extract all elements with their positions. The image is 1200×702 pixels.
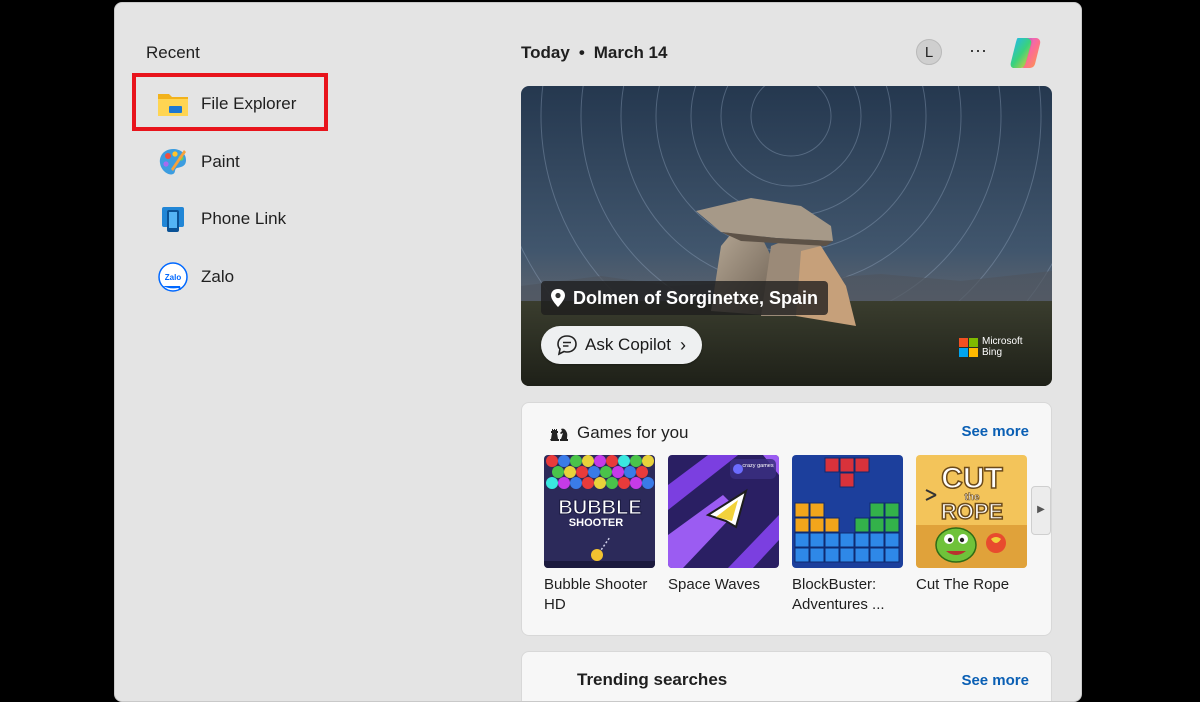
copilot-icon[interactable] [1006,33,1046,73]
thumb-subtitle: SHOOTER [569,517,623,529]
date-label: March 14 [593,43,668,62]
chess-icon [550,428,568,441]
ask-copilot-button[interactable]: Ask Copilot › [541,326,702,364]
next-card: Trending searches See more [521,651,1052,701]
chevron-right-icon: › [679,334,686,355]
game-name: Bubble Shooter HD [544,576,648,613]
games-heading: Games for you [577,423,689,442]
location-label[interactable]: Dolmen of Sorginetxe, Spain [541,281,829,315]
thumb-title: BUBBLE [558,497,641,519]
bing-line2: Bing [982,347,1003,358]
recent-item-label: Phone Link [201,209,287,228]
game-thumbnail: crazy games [668,455,779,568]
games-next-button[interactable]: ▶ [1031,486,1051,535]
game-name: BlockBuster: Adventures ... [792,576,885,613]
location-pin-icon [551,289,565,307]
games-card: Games for you See more BUBBLE SHOOTER Bu… [521,402,1052,636]
today-label: Today [521,43,570,62]
games-see-more-link[interactable]: See more [961,423,1029,440]
game-tile-cut-the-rope[interactable]: CUT the ROPE Cut The Rope [916,455,1027,595]
recent-heading: Recent [146,43,200,62]
recent-item-phone-link[interactable]: Phone Link [145,195,385,243]
thumb-badge: crazy games [742,463,773,469]
bing-line1: Microsoft [982,336,1023,347]
game-tile-bubble-shooter[interactable]: BUBBLE SHOOTER Bubble Shooter HD [544,455,655,615]
chat-bubble-icon [557,335,577,356]
date-separator: • [578,43,585,62]
recent-item-paint[interactable]: Paint [145,138,385,186]
game-thumbnail: CUT the ROPE [916,455,1027,568]
more-options-button[interactable]: ··· [965,37,991,65]
next-card-title: Trending searches [577,670,728,689]
zalo-icon: Zalo [157,261,189,293]
svg-text:Zalo: Zalo [165,273,182,282]
game-tile-space-waves[interactable]: crazy games Space Waves [668,455,779,595]
widgets-panel: Recent File Explorer Paint Phone Link Za… [114,2,1082,702]
microsoft-logo-icon [959,337,978,357]
phone-link-icon [157,203,189,235]
date-header: Today • March 14 [521,43,667,63]
game-tile-blockbuster[interactable]: BlockBuster: Adventures ... [792,455,903,615]
game-thumbnail [792,455,903,568]
recent-item-zalo[interactable]: Zalo Zalo [145,253,385,301]
avatar[interactable]: L [916,39,942,65]
hero-image-card[interactable]: Dolmen of Sorginetxe, Spain Ask Copilot … [521,86,1052,386]
thumb-rope: ROPE [941,499,1003,524]
game-name: Space Waves [668,576,760,593]
game-name: Cut The Rope [916,576,1010,593]
ask-copilot-label: Ask Copilot [585,335,671,354]
paint-palette-icon [157,146,189,178]
microsoft-bing-logo: Microsoft Bing [959,336,1023,358]
recent-item-label: Paint [201,152,240,171]
game-thumbnail: BUBBLE SHOOTER [544,455,655,568]
highlight-box [132,73,328,131]
thumb-title: CUT [941,462,1003,495]
location-text: Dolmen of Sorginetxe, Spain [573,287,819,308]
recent-item-label: Zalo [201,267,235,286]
